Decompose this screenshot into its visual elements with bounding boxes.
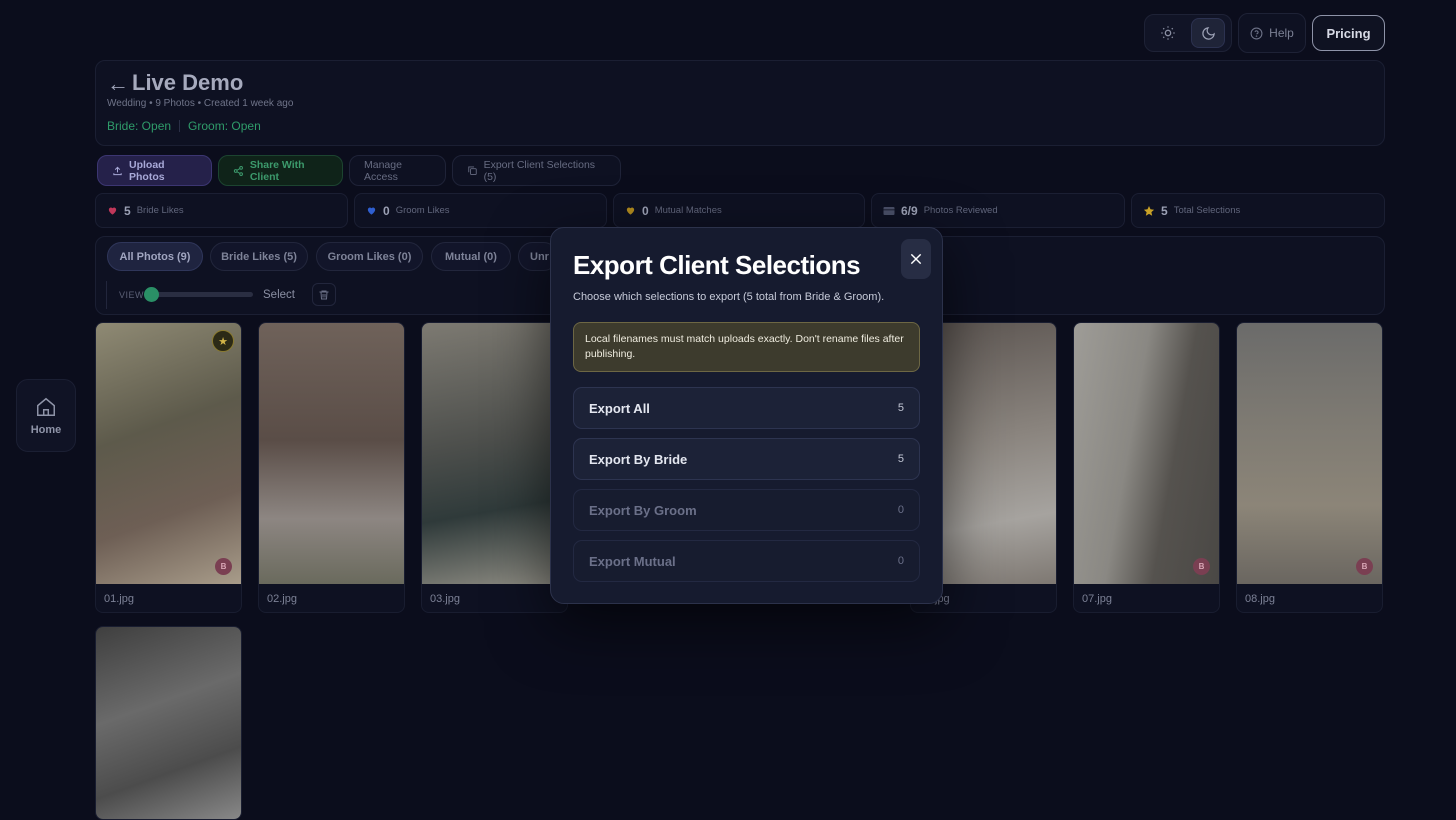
select-button[interactable]: Select [253,281,305,308]
option-count: 0 [897,555,904,567]
view-label: VIEW [119,290,145,300]
star-icon: ★ [212,330,234,352]
photo-card[interactable]: 02.jpg [258,322,405,613]
stat-photos-reviewed: 6/9 Photos Reviewed [871,193,1125,228]
help-label: Help [1269,26,1294,40]
filter-divider [106,281,107,309]
photo-card[interactable]: 03.jpg [421,322,568,613]
back-arrow-icon[interactable]: ← [107,71,129,97]
stat-label: Bride Likes [136,205,184,216]
stat-label: Groom Likes [395,205,450,216]
option-count: 5 [897,402,904,414]
photo-card[interactable]: B 08.jpg [1236,322,1383,613]
close-icon [910,253,922,265]
share-label: Share With Client [249,158,305,183]
groom-status: Groom: Open [188,119,261,133]
home-label: Home [30,423,62,436]
photo-thumbnail: ★ B [96,323,241,584]
home-button[interactable]: Home [16,379,76,452]
close-button[interactable] [901,239,931,279]
light-mode-button[interactable] [1151,18,1185,48]
stat-value: 0 [383,203,390,218]
option-count: 5 [897,453,904,465]
status-line: Bride: Open Groom: Open [107,119,261,133]
modal-title: Export Client Selections [573,250,861,280]
pricing-button[interactable]: Pricing [1312,15,1385,51]
stat-groom-likes: 0 Groom Likes [354,193,607,228]
export-by-bride-button[interactable]: Export By Bride 5 [573,438,920,480]
bride-like-badge: B [1356,558,1373,575]
export-all-button[interactable]: Export All 5 [573,387,920,429]
help-button[interactable]: Help [1238,13,1306,53]
manage-access-button[interactable]: Manage Access [349,155,446,186]
help-circle-icon [1250,27,1263,39]
export-label: Export Client Selections (5) [483,158,596,183]
filter-bride-likes[interactable]: Bride Likes (5) [210,242,308,271]
heart-icon [108,207,117,215]
photo-card[interactable]: ★ B 01.jpg [95,322,242,613]
photo-thumbnail: B [1074,323,1219,584]
stat-value: 5 [1161,203,1168,218]
share-icon [233,165,243,176]
dark-mode-button[interactable] [1191,18,1225,48]
filter-mutual[interactable]: Mutual (0) [431,242,511,271]
view-size-slider-thumb[interactable] [144,287,159,302]
photo-filename: 02.jpg [267,593,297,605]
export-by-groom-button[interactable]: Export By Groom 0 [573,489,920,531]
bride-like-badge: B [215,558,232,575]
photo-filename: 03.jpg [430,593,460,605]
heart-icon [626,207,635,215]
stat-label: Total Selections [1173,205,1241,216]
stat-label: Mutual Matches [654,205,722,216]
stat-label: Photos Reviewed [923,205,998,216]
theme-toggle-group [1144,14,1232,52]
photo-filename: 08.jpg [1245,593,1275,605]
page-title: Live Demo [132,70,244,95]
view-size-slider[interactable] [145,292,253,297]
sun-icon [1161,26,1175,40]
manage-label: Manage Access [364,158,402,183]
photo-filename: 01.jpg [104,593,134,605]
trash-icon [319,290,329,299]
delete-button[interactable] [312,283,336,306]
photo-filename: 07.jpg [1082,593,1112,605]
photo-card[interactable]: B 07.jpg [1073,322,1220,613]
export-mutual-button[interactable]: Export Mutual 0 [573,540,920,582]
stat-total-selections: 5 Total Selections [1131,193,1385,228]
moon-icon [1201,26,1215,40]
option-count: 0 [897,504,904,516]
option-label: Export By Bride [589,451,688,467]
copy-icon [468,166,477,175]
photo-thumbnail [96,627,241,819]
export-client-selections-button[interactable]: Export Client Selections (5) [452,155,621,186]
heart-icon [367,207,376,215]
star-icon [1143,205,1155,216]
photo-card[interactable] [95,626,242,820]
project-meta: Wedding • 9 Photos • Created 1 week ago [107,98,294,109]
stat-bride-likes: 5 Bride Likes [95,193,348,228]
share-with-client-button[interactable]: Share With Client [218,155,343,186]
upload-label: Upload Photos [129,158,165,183]
option-label: Export By Groom [589,502,697,518]
card-icon [883,206,895,215]
stat-value: 5 [124,203,131,218]
upload-photos-button[interactable]: Upload Photos [97,155,212,186]
filter-all-photos[interactable]: All Photos (9) [107,242,203,271]
option-label: Export Mutual [589,553,676,569]
bride-status: Bride: Open [107,119,172,133]
stat-value: 6/9 [901,203,918,218]
stat-mutual-matches: 0 Mutual Matches [613,193,865,228]
stat-value: 0 [642,203,649,218]
home-icon [37,397,55,416]
upload-icon [113,166,122,175]
option-label: Export All [589,400,650,416]
bride-like-badge: B [1193,558,1210,575]
photo-thumbnail [259,323,404,584]
modal-subtitle: Choose which selections to export (5 tot… [573,291,885,303]
photo-thumbnail [422,323,567,584]
photo-thumbnail: B [1237,323,1382,584]
filename-warning: Local filenames must match uploads exact… [573,322,920,372]
filter-groom-likes[interactable]: Groom Likes (0) [316,242,423,271]
status-divider [179,120,181,132]
